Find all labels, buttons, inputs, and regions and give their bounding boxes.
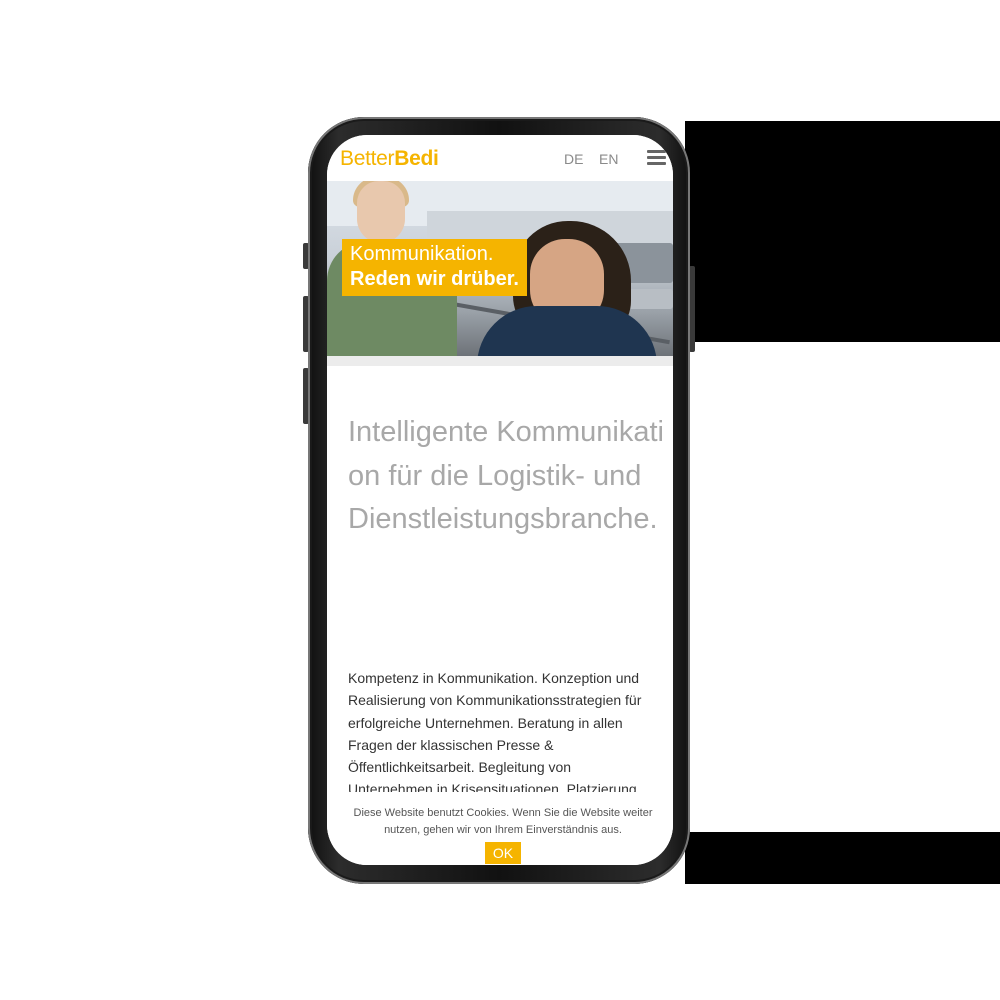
background-strip-bottom (685, 832, 1000, 884)
cookie-banner-text: Diese Website benutzt Cookies. Wenn Sie … (353, 807, 653, 836)
hero-image: Kommunikation. Reden wir drüber. (327, 181, 673, 356)
page-headline: Intelligente Kommunikation für die Logis… (348, 416, 664, 535)
hero-tagline: Kommunikation. Reden wir drüber. (342, 239, 527, 296)
hamburger-icon[interactable] (647, 150, 666, 166)
cookie-ok-button[interactable]: OK (485, 842, 521, 864)
logo-light-text: Better (340, 147, 395, 170)
intro-paragraph: Kompetenz in Kommunikation. Konzeption u… (348, 670, 642, 798)
hero-tagline-line1: Kommunikation. (350, 243, 494, 265)
logo-bold-text: Bedi (394, 147, 439, 170)
language-en-link[interactable]: EN (599, 151, 618, 167)
background-strip-top (685, 121, 1000, 342)
site-logo[interactable]: BetterBedi (340, 147, 439, 171)
language-de-link[interactable]: DE (564, 151, 583, 167)
cookie-banner: Diese Website benutzt Cookies. Wenn Sie … (327, 792, 673, 865)
site-header: BetterBedi DE EN (327, 135, 673, 181)
hero-tagline-line2: Reden wir drüber. (350, 268, 519, 290)
hero-divider (327, 356, 673, 366)
phone-screen: BetterBedi DE EN Kommunikation. Reden wi… (327, 135, 673, 865)
